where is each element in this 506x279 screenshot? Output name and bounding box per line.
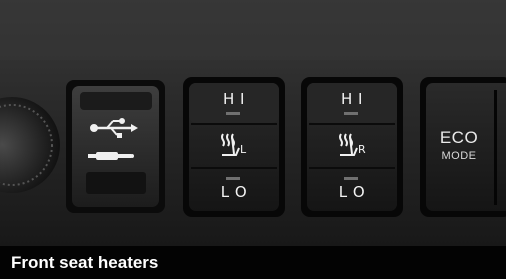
- caption-text: Front seat heaters: [11, 253, 159, 272]
- right-side-label: R: [358, 143, 367, 156]
- photo: H I L L O H I R L O ECO MODE Front seat …: [0, 0, 506, 279]
- caption-bar: Front seat heaters: [0, 246, 506, 279]
- right-lo-label: L O: [338, 183, 366, 201]
- right-hi-label: H I: [341, 90, 363, 108]
- left-lo-label: L O: [220, 183, 248, 201]
- usb-port-cover[interactable]: [66, 80, 165, 213]
- left-side-label: L: [240, 143, 247, 156]
- eco-label: ECO: [439, 128, 479, 147]
- mode-label: MODE: [441, 150, 477, 162]
- left-hi-label: H I: [223, 90, 245, 108]
